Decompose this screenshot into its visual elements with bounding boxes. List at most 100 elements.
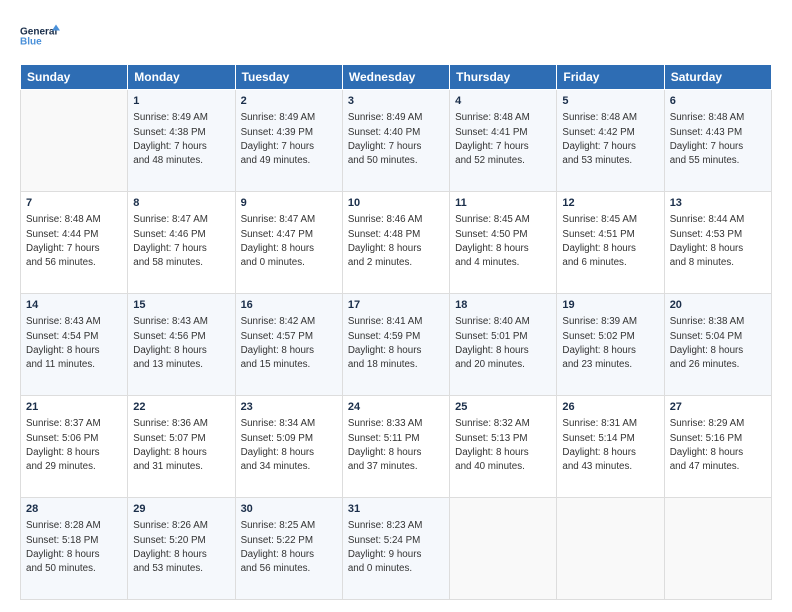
day-cell-3: 3Sunrise: 8:49 AM Sunset: 4:40 PM Daylig…	[342, 90, 449, 192]
day-cell-1: 1Sunrise: 8:49 AM Sunset: 4:38 PM Daylig…	[128, 90, 235, 192]
day-number: 18	[455, 298, 551, 313]
day-number: 6	[670, 94, 766, 109]
day-info: Sunrise: 8:44 AM Sunset: 4:53 PM Dayligh…	[670, 213, 766, 270]
day-number: 10	[348, 196, 444, 211]
day-number: 31	[348, 502, 444, 517]
day-info: Sunrise: 8:29 AM Sunset: 5:16 PM Dayligh…	[670, 417, 766, 474]
day-header-monday: Monday	[128, 65, 235, 90]
day-info: Sunrise: 8:46 AM Sunset: 4:48 PM Dayligh…	[348, 213, 444, 270]
day-cell-14: 14Sunrise: 8:43 AM Sunset: 4:54 PM Dayli…	[21, 294, 128, 396]
day-number: 2	[241, 94, 337, 109]
day-info: Sunrise: 8:23 AM Sunset: 5:24 PM Dayligh…	[348, 519, 444, 576]
day-cell-21: 21 Sunrise: 8:37 AM Sunset: 5:06 PM Dayli…	[21, 396, 128, 498]
day-cell-6: 6 Sunrise: 8:48 AM Sunset: 4:43 PM Daylig…	[664, 90, 771, 192]
day-cell-30: 30Sunrise: 8:25 AM Sunset: 5:22 PM Dayli…	[235, 498, 342, 600]
day-number: 22	[133, 400, 229, 415]
day-info: Sunrise: 8:36 AM Sunset: 5:07 PM Dayligh…	[133, 417, 229, 474]
svg-text:General: General	[20, 27, 57, 38]
page: General Blue SundayMondayTuesdayWednesda…	[0, 0, 792, 612]
day-cell-15: 15 Sunrise: 8:43 AM Sunset: 4:56 PM Dayli…	[128, 294, 235, 396]
day-number: 7	[26, 196, 122, 211]
empty-cell	[450, 498, 557, 600]
svg-text:Blue: Blue	[20, 37, 42, 48]
day-cell-9: 9 Sunrise: 8:47 AM Sunset: 4:47 PM Daylig…	[235, 192, 342, 294]
day-cell-17: 17Sunrise: 8:41 AM Sunset: 4:59 PM Dayli…	[342, 294, 449, 396]
day-cell-27: 27 Sunrise: 8:29 AM Sunset: 5:16 PM Dayli…	[664, 396, 771, 498]
day-cell-13: 13 Sunrise: 8:44 AM Sunset: 4:53 PM Dayli…	[664, 192, 771, 294]
day-info: Sunrise: 8:33 AM Sunset: 5:11 PM Dayligh…	[348, 417, 444, 474]
empty-cell	[21, 90, 128, 192]
day-number: 5	[562, 94, 658, 109]
week-row-4: 21 Sunrise: 8:37 AM Sunset: 5:06 PM Dayli…	[21, 396, 772, 498]
day-info: Sunrise: 8:47 AM Sunset: 4:47 PM Dayligh…	[241, 213, 337, 270]
day-header-thursday: Thursday	[450, 65, 557, 90]
day-cell-4: 4Sunrise: 8:48 AM Sunset: 4:41 PM Daylig…	[450, 90, 557, 192]
logo-svg: General Blue	[20, 16, 60, 56]
day-cell-16: 16Sunrise: 8:42 AM Sunset: 4:57 PM Dayli…	[235, 294, 342, 396]
day-number: 15	[133, 298, 229, 313]
day-info: Sunrise: 8:26 AM Sunset: 5:20 PM Dayligh…	[133, 519, 229, 576]
day-number: 16	[241, 298, 337, 313]
day-number: 23	[241, 400, 337, 415]
day-cell-19: 19Sunrise: 8:39 AM Sunset: 5:02 PM Dayli…	[557, 294, 664, 396]
empty-cell	[557, 498, 664, 600]
day-info: Sunrise: 8:40 AM Sunset: 5:01 PM Dayligh…	[455, 315, 551, 372]
day-number: 25	[455, 400, 551, 415]
day-cell-22: 22 Sunrise: 8:36 AM Sunset: 5:07 PM Dayli…	[128, 396, 235, 498]
day-number: 20	[670, 298, 766, 313]
day-cell-10: 10 Sunrise: 8:46 AM Sunset: 4:48 PM Dayli…	[342, 192, 449, 294]
day-info: Sunrise: 8:49 AM Sunset: 4:39 PM Dayligh…	[241, 111, 337, 168]
calendar-header-row: SundayMondayTuesdayWednesdayThursdayFrid…	[21, 65, 772, 90]
day-cell-11: 11Sunrise: 8:45 AM Sunset: 4:50 PM Dayli…	[450, 192, 557, 294]
day-cell-23: 23 Sunrise: 8:34 AM Sunset: 5:09 PM Dayli…	[235, 396, 342, 498]
day-number: 21	[26, 400, 122, 415]
day-number: 28	[26, 502, 122, 517]
day-cell-2: 2 Sunrise: 8:49 AM Sunset: 4:39 PM Daylig…	[235, 90, 342, 192]
day-number: 12	[562, 196, 658, 211]
day-info: Sunrise: 8:28 AM Sunset: 5:18 PM Dayligh…	[26, 519, 122, 576]
week-row-1: 1Sunrise: 8:49 AM Sunset: 4:38 PM Daylig…	[21, 90, 772, 192]
day-number: 1	[133, 94, 229, 109]
day-cell-25: 25 Sunrise: 8:32 AM Sunset: 5:13 PM Dayli…	[450, 396, 557, 498]
empty-cell	[664, 498, 771, 600]
day-info: Sunrise: 8:47 AM Sunset: 4:46 PM Dayligh…	[133, 213, 229, 270]
logo: General Blue	[20, 16, 60, 56]
day-cell-20: 20 Sunrise: 8:38 AM Sunset: 5:04 PM Dayli…	[664, 294, 771, 396]
day-cell-26: 26 Sunrise: 8:31 AM Sunset: 5:14 PM Dayli…	[557, 396, 664, 498]
day-info: Sunrise: 8:38 AM Sunset: 5:04 PM Dayligh…	[670, 315, 766, 372]
day-cell-8: 8 Sunrise: 8:47 AM Sunset: 4:46 PM Daylig…	[128, 192, 235, 294]
day-cell-29: 29 Sunrise: 8:26 AM Sunset: 5:20 PM Dayli…	[128, 498, 235, 600]
day-info: Sunrise: 8:34 AM Sunset: 5:09 PM Dayligh…	[241, 417, 337, 474]
day-info: Sunrise: 8:31 AM Sunset: 5:14 PM Dayligh…	[562, 417, 658, 474]
day-cell-7: 7 Sunrise: 8:48 AM Sunset: 4:44 PM Daylig…	[21, 192, 128, 294]
day-number: 3	[348, 94, 444, 109]
day-info: Sunrise: 8:48 AM Sunset: 4:42 PM Dayligh…	[562, 111, 658, 168]
day-number: 27	[670, 400, 766, 415]
day-info: Sunrise: 8:48 AM Sunset: 4:43 PM Dayligh…	[670, 111, 766, 168]
day-number: 9	[241, 196, 337, 211]
week-row-2: 7 Sunrise: 8:48 AM Sunset: 4:44 PM Daylig…	[21, 192, 772, 294]
day-info: Sunrise: 8:48 AM Sunset: 4:41 PM Dayligh…	[455, 111, 551, 168]
day-info: Sunrise: 8:45 AM Sunset: 4:50 PM Dayligh…	[455, 213, 551, 270]
day-info: Sunrise: 8:48 AM Sunset: 4:44 PM Dayligh…	[26, 213, 122, 270]
day-cell-12: 12Sunrise: 8:45 AM Sunset: 4:51 PM Dayli…	[557, 192, 664, 294]
day-number: 26	[562, 400, 658, 415]
day-info: Sunrise: 8:37 AM Sunset: 5:06 PM Dayligh…	[26, 417, 122, 474]
day-number: 14	[26, 298, 122, 313]
day-header-wednesday: Wednesday	[342, 65, 449, 90]
day-cell-28: 28 Sunrise: 8:28 AM Sunset: 5:18 PM Dayli…	[21, 498, 128, 600]
day-number: 19	[562, 298, 658, 313]
day-number: 17	[348, 298, 444, 313]
day-number: 13	[670, 196, 766, 211]
day-info: Sunrise: 8:32 AM Sunset: 5:13 PM Dayligh…	[455, 417, 551, 474]
day-info: Sunrise: 8:25 AM Sunset: 5:22 PM Dayligh…	[241, 519, 337, 576]
calendar-table: SundayMondayTuesdayWednesdayThursdayFrid…	[20, 64, 772, 600]
week-row-3: 14Sunrise: 8:43 AM Sunset: 4:54 PM Dayli…	[21, 294, 772, 396]
week-row-5: 28 Sunrise: 8:28 AM Sunset: 5:18 PM Dayli…	[21, 498, 772, 600]
day-header-saturday: Saturday	[664, 65, 771, 90]
day-number: 29	[133, 502, 229, 517]
day-number: 8	[133, 196, 229, 211]
day-header-sunday: Sunday	[21, 65, 128, 90]
day-header-friday: Friday	[557, 65, 664, 90]
day-info: Sunrise: 8:43 AM Sunset: 4:56 PM Dayligh…	[133, 315, 229, 372]
